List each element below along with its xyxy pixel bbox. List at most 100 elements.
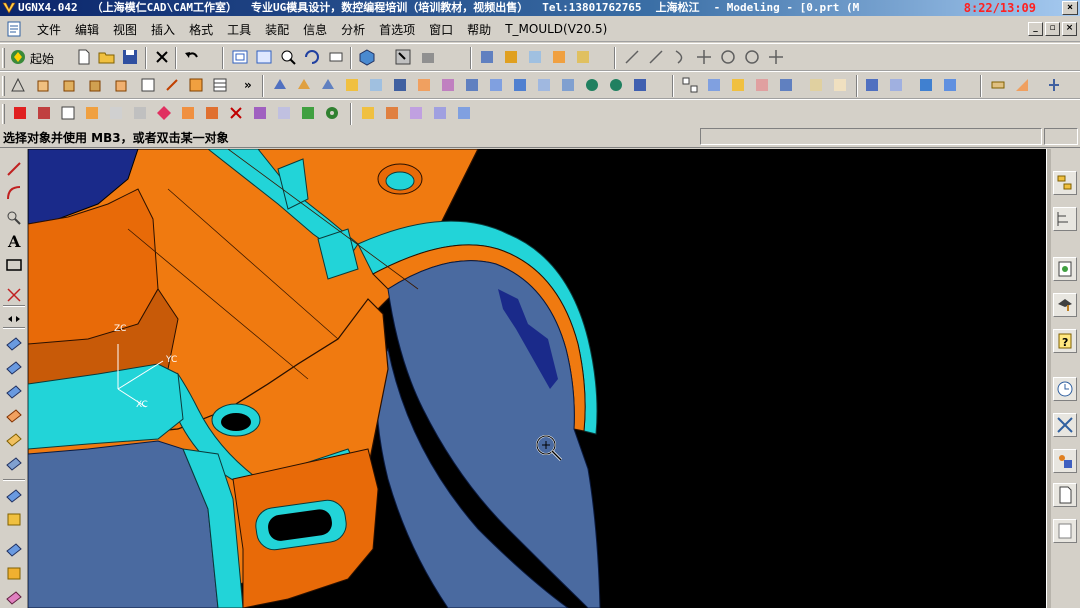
section-icon[interactable] — [382, 103, 402, 123]
gear-icon[interactable] — [322, 103, 342, 123]
gem-icon[interactable] — [154, 103, 174, 123]
face-icon[interactable] — [4, 485, 24, 505]
viewport-scrollbar[interactable] — [1047, 149, 1051, 608]
blend-icon[interactable] — [270, 75, 290, 95]
parting-icon[interactable] — [886, 75, 906, 95]
mate-icon[interactable] — [728, 75, 748, 95]
transform-icon[interactable] — [4, 285, 24, 305]
save-icon[interactable] — [120, 47, 140, 67]
unite-icon[interactable] — [582, 75, 602, 95]
text-icon[interactable]: A — [4, 231, 24, 251]
point-icon[interactable] — [766, 47, 786, 67]
arc-icon[interactable] — [4, 183, 24, 203]
layer-settings-icon[interactable] — [418, 47, 438, 67]
line-icon[interactable] — [4, 159, 24, 179]
face-icon[interactable] — [4, 381, 24, 401]
palette-icon[interactable] — [1053, 257, 1077, 281]
menu-help[interactable]: 帮助 — [460, 21, 498, 38]
measure-icon[interactable] — [806, 75, 826, 95]
menu-t-mould[interactable]: T_MOULD(V20.5) — [498, 22, 614, 36]
feature-icon[interactable] — [525, 47, 545, 67]
new-file-icon[interactable] — [74, 47, 94, 67]
toolbar-grip[interactable] — [2, 48, 5, 68]
subtract-icon[interactable] — [606, 75, 626, 95]
part-navigator-icon[interactable] — [1053, 207, 1077, 231]
face-icon[interactable] — [4, 333, 24, 353]
menu-information[interactable]: 信息 — [296, 21, 334, 38]
draft-icon[interactable] — [558, 75, 578, 95]
blank-panel-icon[interactable] — [1053, 519, 1077, 543]
assembly-navigator-icon[interactable] — [1053, 171, 1077, 195]
sew-icon[interactable] — [462, 75, 482, 95]
open-folder-icon[interactable] — [97, 47, 117, 67]
surface-icon[interactable] — [4, 405, 24, 425]
cut-icon[interactable] — [152, 47, 172, 67]
surface-icon[interactable] — [4, 429, 24, 449]
start-menu-button[interactable]: 起始 — [30, 50, 54, 67]
menu-format[interactable]: 格式 — [182, 21, 220, 38]
rotate-icon[interactable] — [302, 47, 322, 67]
line-icon[interactable] — [622, 47, 642, 67]
mold-icon[interactable] — [862, 75, 882, 95]
menu-tools[interactable]: 工具 — [220, 21, 258, 38]
electrode-icon[interactable] — [274, 103, 294, 123]
dock-scroll-arrows-icon[interactable] — [4, 309, 24, 323]
feature-icon[interactable] — [549, 47, 569, 67]
thicken-icon[interactable] — [486, 75, 506, 95]
info-icon[interactable] — [830, 75, 850, 95]
eraser-icon[interactable] — [4, 587, 24, 607]
close-window-button[interactable]: × — [1062, 1, 1078, 15]
history-icon[interactable] — [1053, 377, 1077, 401]
workpiece-icon[interactable] — [58, 103, 78, 123]
wave-icon[interactable] — [776, 75, 796, 95]
face-icon[interactable] — [4, 539, 24, 559]
toolbar-overflow-button[interactable]: » — [244, 78, 252, 92]
assembly-icon[interactable] — [680, 75, 700, 95]
face-icon[interactable] — [4, 357, 24, 377]
offset-icon[interactable] — [438, 75, 458, 95]
layer-icon[interactable] — [430, 103, 450, 123]
document-icon[interactable] — [1053, 483, 1077, 507]
sketch-icon[interactable] — [8, 75, 28, 95]
menu-assemblies[interactable]: 装配 — [258, 21, 296, 38]
menu-window[interactable]: 窗口 — [422, 21, 460, 38]
table-icon[interactable] — [210, 75, 230, 95]
surface-icon[interactable] — [534, 75, 554, 95]
solid-icon[interactable] — [4, 509, 24, 529]
layout-icon[interactable] — [82, 103, 102, 123]
zoom-window-icon[interactable] — [254, 47, 274, 67]
extrude-icon[interactable] — [34, 75, 54, 95]
mirror-icon[interactable] — [414, 75, 434, 95]
slot-icon[interactable] — [162, 75, 182, 95]
menu-file[interactable]: 文件 — [30, 21, 68, 38]
toolbar-grip[interactable] — [2, 76, 5, 96]
view-manager-icon[interactable] — [406, 103, 426, 123]
core-icon[interactable] — [916, 75, 936, 95]
bom-icon[interactable] — [298, 103, 318, 123]
pocket-icon[interactable] — [138, 75, 158, 95]
family-icon[interactable] — [106, 103, 126, 123]
query-icon[interactable] — [454, 103, 474, 123]
selection-filter-icon[interactable] — [393, 47, 413, 67]
menu-insert[interactable]: 插入 — [144, 21, 182, 38]
zoom-icon[interactable] — [278, 47, 298, 67]
mdi-minimize-button[interactable]: _ — [1028, 22, 1043, 36]
standard-part-icon[interactable] — [202, 103, 222, 123]
trim-icon[interactable] — [366, 75, 386, 95]
shell-icon[interactable] — [318, 75, 338, 95]
undo-icon[interactable] — [182, 47, 202, 67]
reuse-library-icon[interactable] — [1053, 449, 1077, 473]
circle-icon[interactable] — [718, 47, 738, 67]
drawing-icon[interactable] — [358, 103, 378, 123]
help-icon[interactable]: ? — [1053, 329, 1077, 353]
system-materials-icon[interactable] — [1053, 413, 1077, 437]
pattern-icon[interactable] — [390, 75, 410, 95]
patch-icon[interactable] — [130, 103, 150, 123]
mold-base-icon[interactable] — [178, 103, 198, 123]
spline-icon[interactable] — [4, 207, 24, 227]
boss-icon[interactable] — [112, 75, 132, 95]
line-icon[interactable] — [646, 47, 666, 67]
insert-icon[interactable] — [988, 75, 1008, 95]
solid-icon[interactable] — [4, 563, 24, 583]
feature-icon[interactable] — [573, 47, 593, 67]
